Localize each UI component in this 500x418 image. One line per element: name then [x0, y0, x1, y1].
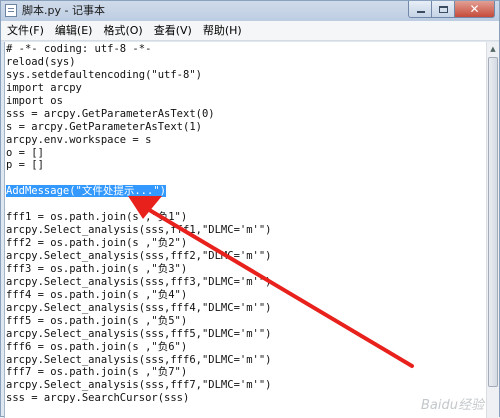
code-line: AddMessage("文件处提示...") — [6, 185, 272, 198]
code-line: arcpy.Select_analysis(sss,fff3,"DLMC='m'… — [6, 275, 272, 288]
code-line: arcpy.Select_analysis(sss,fff2,"DLMC='m'… — [6, 250, 272, 262]
code-text: # -*- coding: utf-8 -*- reload(sys) sys.se… — [6, 43, 272, 405]
code-line: p = [] — [6, 159, 44, 172]
text-editor-area[interactable]: # -*- coding: utf-8 -*- reload(sys) sys.se… — [4, 42, 486, 418]
code-line: sys.setdefaultencoding("utf-8") — [6, 68, 202, 81]
notepad-window: 脚本.py - 记事本 ✕ 文件(F) 编辑(E) 格式(O) 查看(V) 帮助… — [0, 0, 500, 418]
code-line: fff7 = os.path.join(s ,"负7") — [6, 366, 188, 379]
close-button[interactable]: ✕ — [455, 1, 495, 18]
code-line: arcpy.Select_analysis(sss,fff6,"DLMC='m'… — [6, 353, 272, 366]
code-line: fff6 = os.path.join(s ,"负6") — [6, 340, 188, 353]
maximize-icon — [439, 6, 448, 13]
scroll-up-arrow-icon[interactable]: ▲ — [487, 42, 499, 56]
menu-help[interactable]: 帮助(H) — [198, 21, 247, 40]
code-line: sss = arcpy.GetParameterAsText(0) — [6, 107, 215, 120]
code-line: fff1 = os.path.join(s ,"负1") — [6, 211, 188, 224]
selected-text: AddMessage("文件处提示...") — [6, 185, 166, 198]
code-line: sss = arcpy.SearchCursor(sss) — [6, 392, 190, 405]
code-line: import os — [6, 94, 63, 107]
code-line: arcpy.Select_analysis(sss,fff1,"DLMC='m'… — [6, 224, 272, 237]
menu-file[interactable]: 文件(F) — [2, 21, 49, 40]
scroll-thumb[interactable] — [488, 57, 498, 387]
code-line: # -*- coding: utf-8 -*- — [6, 43, 152, 55]
menu-edit[interactable]: 编辑(E) — [50, 21, 98, 40]
code-line: o = [] — [6, 146, 44, 159]
window-title: 脚本.py - 记事本 — [22, 4, 105, 17]
code-line: arcpy.Select_analysis(sss,fff4,"DLMC='m'… — [6, 301, 272, 314]
maximize-button[interactable] — [432, 1, 455, 18]
code-line: fff4 = os.path.join(s ,"负4") — [6, 288, 188, 301]
title-bar[interactable]: 脚本.py - 记事本 ✕ — [1, 1, 499, 21]
minimize-icon — [417, 11, 425, 13]
notepad-icon — [5, 4, 17, 17]
code-line: fff3 = os.path.join(s ,"负3") — [6, 262, 188, 275]
code-line: arcpy.env.workspace = s — [6, 133, 152, 146]
watermark-text: Baidu经验 — [421, 398, 484, 413]
window-controls: ✕ — [408, 1, 495, 19]
code-line: reload(sys) — [6, 55, 76, 68]
code-line: s = arcpy.GetParameterAsText(1) — [6, 120, 202, 133]
menu-bar: 文件(F) 编辑(E) 格式(O) 查看(V) 帮助(H) — [1, 21, 499, 41]
close-icon: ✕ — [469, 2, 480, 16]
code-line: import arcpy — [6, 81, 82, 94]
code-line: fff2 = os.path.join(s ,"负2") — [6, 237, 188, 250]
code-line: arcpy.Select_analysis(sss,fff7,"DLMC='m'… — [6, 379, 272, 392]
code-line: fff5 = os.path.join(s ,"负5") — [6, 314, 188, 327]
menu-format[interactable]: 格式(O) — [98, 21, 147, 40]
menu-view[interactable]: 查看(V) — [149, 21, 197, 40]
minimize-button[interactable] — [408, 1, 432, 18]
code-line: arcpy.Select_analysis(sss,fff5,"DLMC='m'… — [6, 327, 272, 340]
vertical-scrollbar[interactable]: ▲ — [486, 42, 499, 418]
